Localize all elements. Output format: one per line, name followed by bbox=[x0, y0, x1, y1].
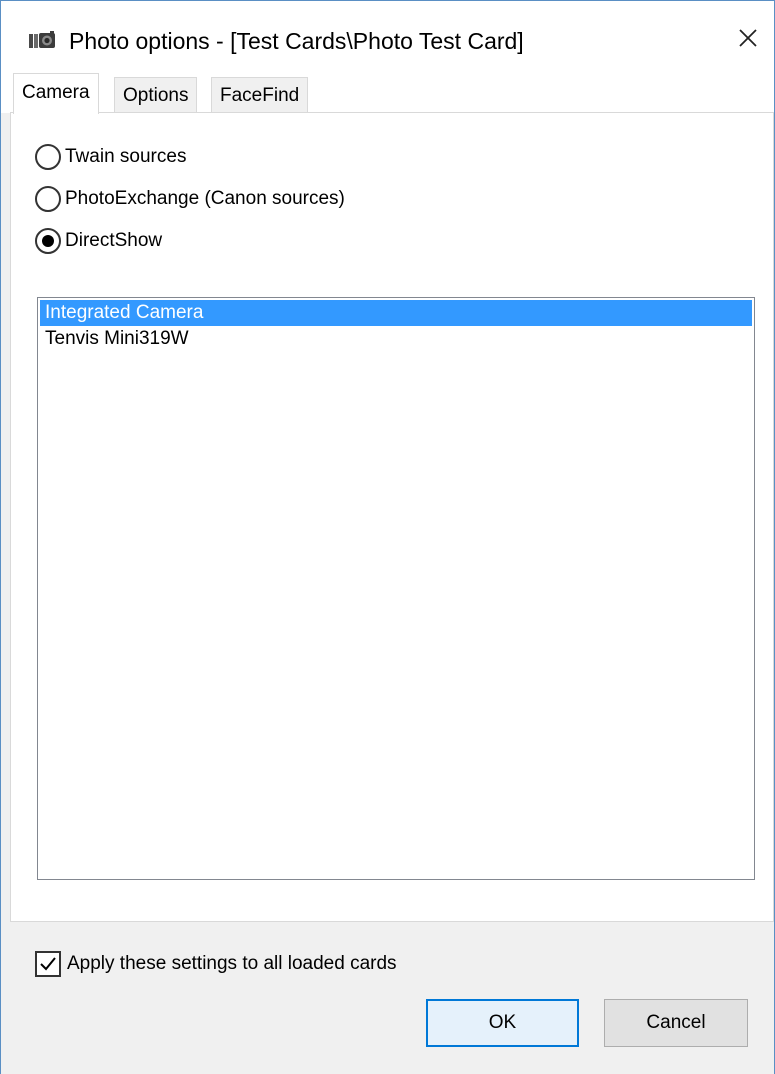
tab-facefind[interactable]: FaceFind bbox=[211, 77, 309, 113]
tab-camera[interactable]: Camera bbox=[13, 73, 99, 114]
radio-button[interactable] bbox=[35, 186, 61, 212]
radio-photoexchange[interactable]: PhotoExchange (Canon sources) bbox=[35, 186, 345, 212]
camera-device-list[interactable]: Integrated Camera Tenvis Mini319W bbox=[37, 297, 755, 880]
list-item-integrated-camera[interactable]: Integrated Camera bbox=[40, 300, 752, 326]
close-icon bbox=[738, 28, 758, 53]
title-bar: Photo options - [Test Cards\Photo Test C… bbox=[1, 1, 774, 71]
cancel-button[interactable]: Cancel bbox=[604, 999, 748, 1047]
radio-button[interactable] bbox=[35, 144, 61, 170]
ok-button[interactable]: OK bbox=[426, 999, 579, 1047]
radio-directshow[interactable]: DirectShow bbox=[35, 228, 162, 254]
apply-all-label: Apply these settings to all loaded cards bbox=[67, 953, 397, 974]
apply-all-checkbox-row[interactable]: Apply these settings to all loaded cards bbox=[35, 951, 397, 977]
radio-selected-dot bbox=[42, 235, 54, 247]
camera-app-icon bbox=[29, 31, 57, 51]
checkmark-icon bbox=[40, 957, 56, 971]
radio-label: PhotoExchange (Canon sources) bbox=[65, 188, 345, 209]
apply-all-checkbox[interactable] bbox=[35, 951, 61, 977]
radio-twain-sources[interactable]: Twain sources bbox=[35, 144, 186, 170]
tab-bar: Camera Options FaceFind bbox=[1, 71, 774, 114]
close-button[interactable] bbox=[723, 15, 773, 65]
radio-button[interactable] bbox=[35, 228, 61, 254]
tab-options[interactable]: Options bbox=[114, 77, 198, 113]
radio-label: Twain sources bbox=[65, 146, 187, 167]
photo-options-dialog: Photo options - [Test Cards\Photo Test C… bbox=[0, 0, 775, 1074]
radio-label: DirectShow bbox=[65, 230, 163, 251]
list-item-tenvis-mini319w[interactable]: Tenvis Mini319W bbox=[40, 326, 752, 352]
window-title: Photo options - [Test Cards\Photo Test C… bbox=[69, 28, 524, 54]
